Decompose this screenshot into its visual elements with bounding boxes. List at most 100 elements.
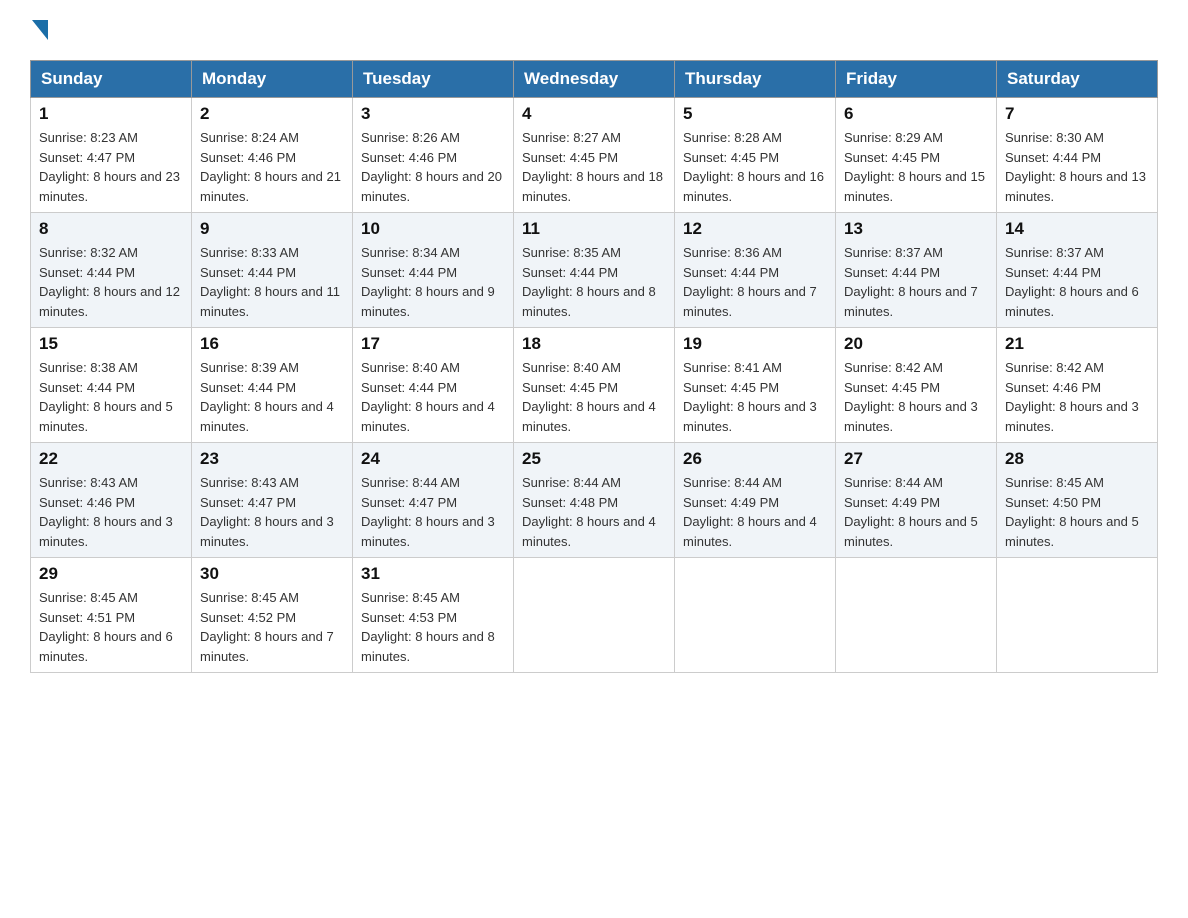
- day-number: 27: [844, 449, 988, 469]
- col-header-wednesday: Wednesday: [514, 61, 675, 98]
- day-number: 15: [39, 334, 183, 354]
- day-number: 26: [683, 449, 827, 469]
- day-info: Sunrise: 8:37 AM Sunset: 4:44 PM Dayligh…: [1005, 243, 1149, 321]
- day-number: 1: [39, 104, 183, 124]
- calendar-cell: 14 Sunrise: 8:37 AM Sunset: 4:44 PM Dayl…: [997, 213, 1158, 328]
- calendar-cell: 26 Sunrise: 8:44 AM Sunset: 4:49 PM Dayl…: [675, 443, 836, 558]
- day-info: Sunrise: 8:40 AM Sunset: 4:45 PM Dayligh…: [522, 358, 666, 436]
- calendar-cell: 25 Sunrise: 8:44 AM Sunset: 4:48 PM Dayl…: [514, 443, 675, 558]
- day-info: Sunrise: 8:35 AM Sunset: 4:44 PM Dayligh…: [522, 243, 666, 321]
- day-number: 21: [1005, 334, 1149, 354]
- calendar-cell: 6 Sunrise: 8:29 AM Sunset: 4:45 PM Dayli…: [836, 98, 997, 213]
- calendar-week-row: 15 Sunrise: 8:38 AM Sunset: 4:44 PM Dayl…: [31, 328, 1158, 443]
- day-info: Sunrise: 8:36 AM Sunset: 4:44 PM Dayligh…: [683, 243, 827, 321]
- calendar-cell: 20 Sunrise: 8:42 AM Sunset: 4:45 PM Dayl…: [836, 328, 997, 443]
- day-info: Sunrise: 8:43 AM Sunset: 4:46 PM Dayligh…: [39, 473, 183, 551]
- day-number: 24: [361, 449, 505, 469]
- day-info: Sunrise: 8:28 AM Sunset: 4:45 PM Dayligh…: [683, 128, 827, 206]
- calendar-cell: 9 Sunrise: 8:33 AM Sunset: 4:44 PM Dayli…: [192, 213, 353, 328]
- col-header-sunday: Sunday: [31, 61, 192, 98]
- calendar-cell: 18 Sunrise: 8:40 AM Sunset: 4:45 PM Dayl…: [514, 328, 675, 443]
- calendar-cell: 27 Sunrise: 8:44 AM Sunset: 4:49 PM Dayl…: [836, 443, 997, 558]
- day-number: 3: [361, 104, 505, 124]
- day-number: 10: [361, 219, 505, 239]
- calendar-cell: [514, 558, 675, 673]
- calendar-week-row: 29 Sunrise: 8:45 AM Sunset: 4:51 PM Dayl…: [31, 558, 1158, 673]
- calendar-cell: 7 Sunrise: 8:30 AM Sunset: 4:44 PM Dayli…: [997, 98, 1158, 213]
- day-number: 14: [1005, 219, 1149, 239]
- calendar-week-row: 22 Sunrise: 8:43 AM Sunset: 4:46 PM Dayl…: [31, 443, 1158, 558]
- calendar-cell: 19 Sunrise: 8:41 AM Sunset: 4:45 PM Dayl…: [675, 328, 836, 443]
- col-header-monday: Monday: [192, 61, 353, 98]
- day-number: 11: [522, 219, 666, 239]
- day-number: 28: [1005, 449, 1149, 469]
- calendar-cell: 22 Sunrise: 8:43 AM Sunset: 4:46 PM Dayl…: [31, 443, 192, 558]
- day-number: 18: [522, 334, 666, 354]
- calendar-cell: 1 Sunrise: 8:23 AM Sunset: 4:47 PM Dayli…: [31, 98, 192, 213]
- day-info: Sunrise: 8:45 AM Sunset: 4:51 PM Dayligh…: [39, 588, 183, 666]
- day-number: 4: [522, 104, 666, 124]
- day-info: Sunrise: 8:34 AM Sunset: 4:44 PM Dayligh…: [361, 243, 505, 321]
- calendar-cell: 21 Sunrise: 8:42 AM Sunset: 4:46 PM Dayl…: [997, 328, 1158, 443]
- day-info: Sunrise: 8:40 AM Sunset: 4:44 PM Dayligh…: [361, 358, 505, 436]
- calendar-cell: 24 Sunrise: 8:44 AM Sunset: 4:47 PM Dayl…: [353, 443, 514, 558]
- logo-triangle-icon: [32, 20, 48, 40]
- page-header: [30, 20, 1158, 40]
- logo: [30, 20, 48, 40]
- day-number: 20: [844, 334, 988, 354]
- day-info: Sunrise: 8:29 AM Sunset: 4:45 PM Dayligh…: [844, 128, 988, 206]
- day-info: Sunrise: 8:44 AM Sunset: 4:49 PM Dayligh…: [683, 473, 827, 551]
- calendar-cell: [997, 558, 1158, 673]
- calendar-cell: 28 Sunrise: 8:45 AM Sunset: 4:50 PM Dayl…: [997, 443, 1158, 558]
- day-info: Sunrise: 8:43 AM Sunset: 4:47 PM Dayligh…: [200, 473, 344, 551]
- calendar-cell: 11 Sunrise: 8:35 AM Sunset: 4:44 PM Dayl…: [514, 213, 675, 328]
- day-number: 22: [39, 449, 183, 469]
- calendar-week-row: 8 Sunrise: 8:32 AM Sunset: 4:44 PM Dayli…: [31, 213, 1158, 328]
- day-number: 16: [200, 334, 344, 354]
- day-number: 23: [200, 449, 344, 469]
- calendar-cell: 29 Sunrise: 8:45 AM Sunset: 4:51 PM Dayl…: [31, 558, 192, 673]
- calendar-cell: 12 Sunrise: 8:36 AM Sunset: 4:44 PM Dayl…: [675, 213, 836, 328]
- day-number: 17: [361, 334, 505, 354]
- day-number: 12: [683, 219, 827, 239]
- day-number: 7: [1005, 104, 1149, 124]
- day-info: Sunrise: 8:39 AM Sunset: 4:44 PM Dayligh…: [200, 358, 344, 436]
- col-header-tuesday: Tuesday: [353, 61, 514, 98]
- day-number: 5: [683, 104, 827, 124]
- day-number: 6: [844, 104, 988, 124]
- day-info: Sunrise: 8:44 AM Sunset: 4:49 PM Dayligh…: [844, 473, 988, 551]
- day-number: 13: [844, 219, 988, 239]
- day-info: Sunrise: 8:24 AM Sunset: 4:46 PM Dayligh…: [200, 128, 344, 206]
- col-header-friday: Friday: [836, 61, 997, 98]
- day-info: Sunrise: 8:45 AM Sunset: 4:53 PM Dayligh…: [361, 588, 505, 666]
- day-info: Sunrise: 8:44 AM Sunset: 4:48 PM Dayligh…: [522, 473, 666, 551]
- calendar-cell: 17 Sunrise: 8:40 AM Sunset: 4:44 PM Dayl…: [353, 328, 514, 443]
- day-info: Sunrise: 8:30 AM Sunset: 4:44 PM Dayligh…: [1005, 128, 1149, 206]
- calendar-header-row: SundayMondayTuesdayWednesdayThursdayFrid…: [31, 61, 1158, 98]
- calendar-cell: 3 Sunrise: 8:26 AM Sunset: 4:46 PM Dayli…: [353, 98, 514, 213]
- day-info: Sunrise: 8:42 AM Sunset: 4:45 PM Dayligh…: [844, 358, 988, 436]
- calendar-cell: [675, 558, 836, 673]
- day-number: 2: [200, 104, 344, 124]
- calendar-cell: 8 Sunrise: 8:32 AM Sunset: 4:44 PM Dayli…: [31, 213, 192, 328]
- day-info: Sunrise: 8:23 AM Sunset: 4:47 PM Dayligh…: [39, 128, 183, 206]
- day-info: Sunrise: 8:32 AM Sunset: 4:44 PM Dayligh…: [39, 243, 183, 321]
- calendar-cell: 15 Sunrise: 8:38 AM Sunset: 4:44 PM Dayl…: [31, 328, 192, 443]
- day-info: Sunrise: 8:37 AM Sunset: 4:44 PM Dayligh…: [844, 243, 988, 321]
- calendar-cell: 5 Sunrise: 8:28 AM Sunset: 4:45 PM Dayli…: [675, 98, 836, 213]
- calendar-cell: 13 Sunrise: 8:37 AM Sunset: 4:44 PM Dayl…: [836, 213, 997, 328]
- day-number: 19: [683, 334, 827, 354]
- day-info: Sunrise: 8:44 AM Sunset: 4:47 PM Dayligh…: [361, 473, 505, 551]
- col-header-saturday: Saturday: [997, 61, 1158, 98]
- calendar-cell: 10 Sunrise: 8:34 AM Sunset: 4:44 PM Dayl…: [353, 213, 514, 328]
- day-info: Sunrise: 8:45 AM Sunset: 4:52 PM Dayligh…: [200, 588, 344, 666]
- calendar-cell: [836, 558, 997, 673]
- day-info: Sunrise: 8:38 AM Sunset: 4:44 PM Dayligh…: [39, 358, 183, 436]
- col-header-thursday: Thursday: [675, 61, 836, 98]
- calendar-cell: 30 Sunrise: 8:45 AM Sunset: 4:52 PM Dayl…: [192, 558, 353, 673]
- day-number: 31: [361, 564, 505, 584]
- calendar-cell: 4 Sunrise: 8:27 AM Sunset: 4:45 PM Dayli…: [514, 98, 675, 213]
- day-number: 25: [522, 449, 666, 469]
- calendar-cell: 16 Sunrise: 8:39 AM Sunset: 4:44 PM Dayl…: [192, 328, 353, 443]
- day-info: Sunrise: 8:45 AM Sunset: 4:50 PM Dayligh…: [1005, 473, 1149, 551]
